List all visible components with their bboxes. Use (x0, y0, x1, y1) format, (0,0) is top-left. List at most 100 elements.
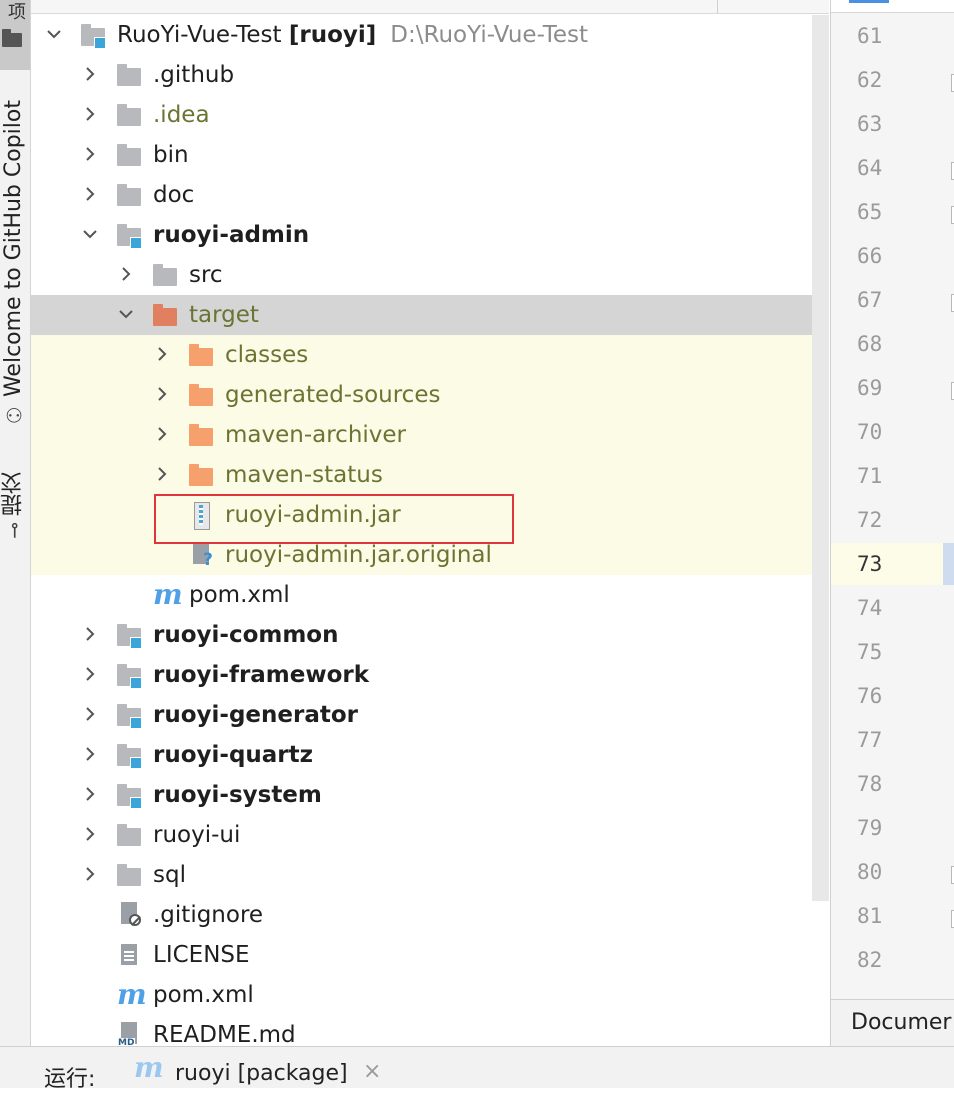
line-number: 81 (857, 904, 883, 928)
commit-icon: ⊸ (2, 522, 26, 539)
chevron-right-icon[interactable] (81, 625, 99, 643)
tree-scrollbar[interactable] (812, 15, 829, 901)
tree-row-maven-status[interactable]: maven-status (31, 455, 829, 495)
tree-item-label: generated-sources (225, 382, 441, 408)
run-label: 运行: (44, 1067, 96, 1092)
root-module: [ruoyi] (288, 22, 377, 48)
tree-row-ruoyi-ui[interactable]: ruoyi-ui (31, 815, 829, 855)
tree-item-label: .gitignore (153, 902, 264, 928)
line-number: 61 (857, 24, 883, 48)
chevron-right-icon[interactable] (153, 345, 171, 363)
module-folder-icon (117, 744, 142, 769)
tree-row-ruoyi-system[interactable]: ruoyi-system (31, 775, 829, 815)
chevron-right-icon[interactable] (117, 265, 135, 283)
tree-row-doc[interactable]: doc (31, 175, 829, 215)
tree-row-classes[interactable]: classes (31, 335, 829, 375)
tree-item-label: pom.xml (153, 982, 254, 1008)
folder-icon (153, 264, 177, 286)
root-path: D:\RuoYi-Vue-Test (390, 22, 589, 48)
module-folder-icon (117, 784, 142, 809)
tree-row-maven-archiver[interactable]: maven-archiver (31, 415, 829, 455)
tree-item-label: src (189, 262, 223, 288)
tree-row-ruoyi-framework[interactable]: ruoyi-framework (31, 655, 829, 695)
tree-row-ruoyi-common[interactable]: ruoyi-common (31, 615, 829, 655)
chevron-right-icon[interactable] (81, 825, 99, 843)
tree-row-root-pom[interactable]: m pom.xml (31, 975, 829, 1015)
line-number: 77 (857, 728, 883, 752)
excluded-folder-icon (189, 384, 213, 406)
line-number: 75 (857, 640, 883, 664)
chevron-right-icon[interactable] (81, 105, 99, 123)
tree-row-target[interactable]: target (31, 295, 829, 335)
documentation-tab-label: Documer (851, 1010, 952, 1035)
tree-item-label: pom.xml (189, 582, 290, 608)
tree-row-root[interactable]: RuoYi-Vue-Test [ruoyi] D:\RuoYi-Vue-Test (31, 15, 829, 55)
module-folder-icon (117, 224, 142, 249)
maven-icon: m (134, 1051, 164, 1084)
tree-item-label: classes (225, 342, 309, 368)
tree-row-github[interactable]: .github (31, 55, 829, 95)
tree-row-readme[interactable]: MD README.md (31, 1015, 829, 1046)
tree-item-label: README.md (153, 1022, 296, 1046)
chevron-down-icon[interactable] (81, 225, 99, 243)
tree-row-admin-pom[interactable]: m pom.xml (31, 575, 829, 615)
tree-row-src[interactable]: src (31, 255, 829, 295)
documentation-tab[interactable]: Documer (831, 999, 954, 1047)
close-icon[interactable]: × (363, 1059, 381, 1084)
tree-row-ruoyi-quartz[interactable]: ruoyi-quartz (31, 735, 829, 775)
run-tool-bar: 运行: m ruoyi [package] × (0, 1046, 954, 1092)
tree-item-label: doc (153, 182, 195, 208)
tree-row-bin[interactable]: bin (31, 135, 829, 175)
chevron-right-icon[interactable] (153, 425, 171, 443)
commit-tool-tab[interactable]: ⊸ 提交 (1, 472, 27, 539)
chevron-right-icon[interactable] (153, 465, 171, 483)
chevron-right-icon[interactable] (81, 865, 99, 883)
tree-item-label: ruoyi-admin.jar.original (225, 542, 492, 568)
chevron-right-icon[interactable] (81, 65, 99, 83)
chevron-right-icon[interactable] (81, 185, 99, 203)
folder-icon (117, 64, 141, 86)
line-number: 71 (857, 464, 883, 488)
header-separator (717, 0, 718, 13)
tree-row-generated-sources[interactable]: generated-sources (31, 375, 829, 415)
copilot-tool-tab[interactable]: ⚇ Welcome to GitHub Copilot (1, 100, 27, 427)
text-file-icon (117, 944, 141, 966)
commit-tab-label: 提交 (1, 472, 26, 516)
chevron-right-icon[interactable] (81, 785, 99, 803)
tree-row-ruoyi-generator[interactable]: ruoyi-generator (31, 695, 829, 735)
excluded-folder-icon (153, 304, 177, 326)
folder-icon (2, 29, 22, 47)
run-config-tab[interactable]: ruoyi [package] (175, 1061, 348, 1086)
chevron-right-icon[interactable] (81, 665, 99, 683)
line-number: 79 (857, 816, 883, 840)
editor-gutter: 61 62 63 64 65 66 67 68 69 70 71 72 73 7… (830, 0, 954, 1047)
line-number: 66 (857, 244, 883, 268)
chevron-right-icon[interactable] (81, 705, 99, 723)
folder-icon (117, 144, 141, 166)
line-number: 80 (857, 860, 883, 884)
tree-item-label: ruoyi-common (153, 622, 339, 648)
tree-row-license[interactable]: LICENSE (31, 935, 829, 975)
current-line-marker (943, 543, 954, 585)
chevron-right-icon[interactable] (81, 145, 99, 163)
line-number: 68 (857, 332, 883, 356)
tree-row-sql[interactable]: sql (31, 855, 829, 895)
line-number-current: 73 (857, 552, 883, 576)
tree-item-label: ruoyi-admin (153, 222, 310, 248)
chevron-down-icon[interactable] (45, 25, 63, 43)
copilot-tab-label: Welcome to GitHub Copilot (1, 100, 26, 398)
chevron-right-icon[interactable] (81, 745, 99, 763)
tree-row-idea[interactable]: .idea (31, 95, 829, 135)
project-tool-tab[interactable]: 项 (0, 0, 30, 70)
chevron-down-icon[interactable] (117, 305, 135, 323)
markdown-file-icon: MD (117, 1022, 141, 1046)
tree-row-ruoyi-admin[interactable]: ruoyi-admin (31, 215, 829, 255)
tree-row-gitignore[interactable]: .gitignore (31, 895, 829, 935)
folder-icon (117, 824, 141, 846)
chevron-right-icon[interactable] (153, 385, 171, 403)
highlight-annotation-box (154, 494, 514, 544)
tree-item-label: ruoyi-system (153, 782, 322, 808)
module-folder-icon (81, 24, 106, 49)
tree-item-label: maven-archiver (225, 422, 407, 448)
tree-item-label: ruoyi-generator (153, 702, 358, 728)
